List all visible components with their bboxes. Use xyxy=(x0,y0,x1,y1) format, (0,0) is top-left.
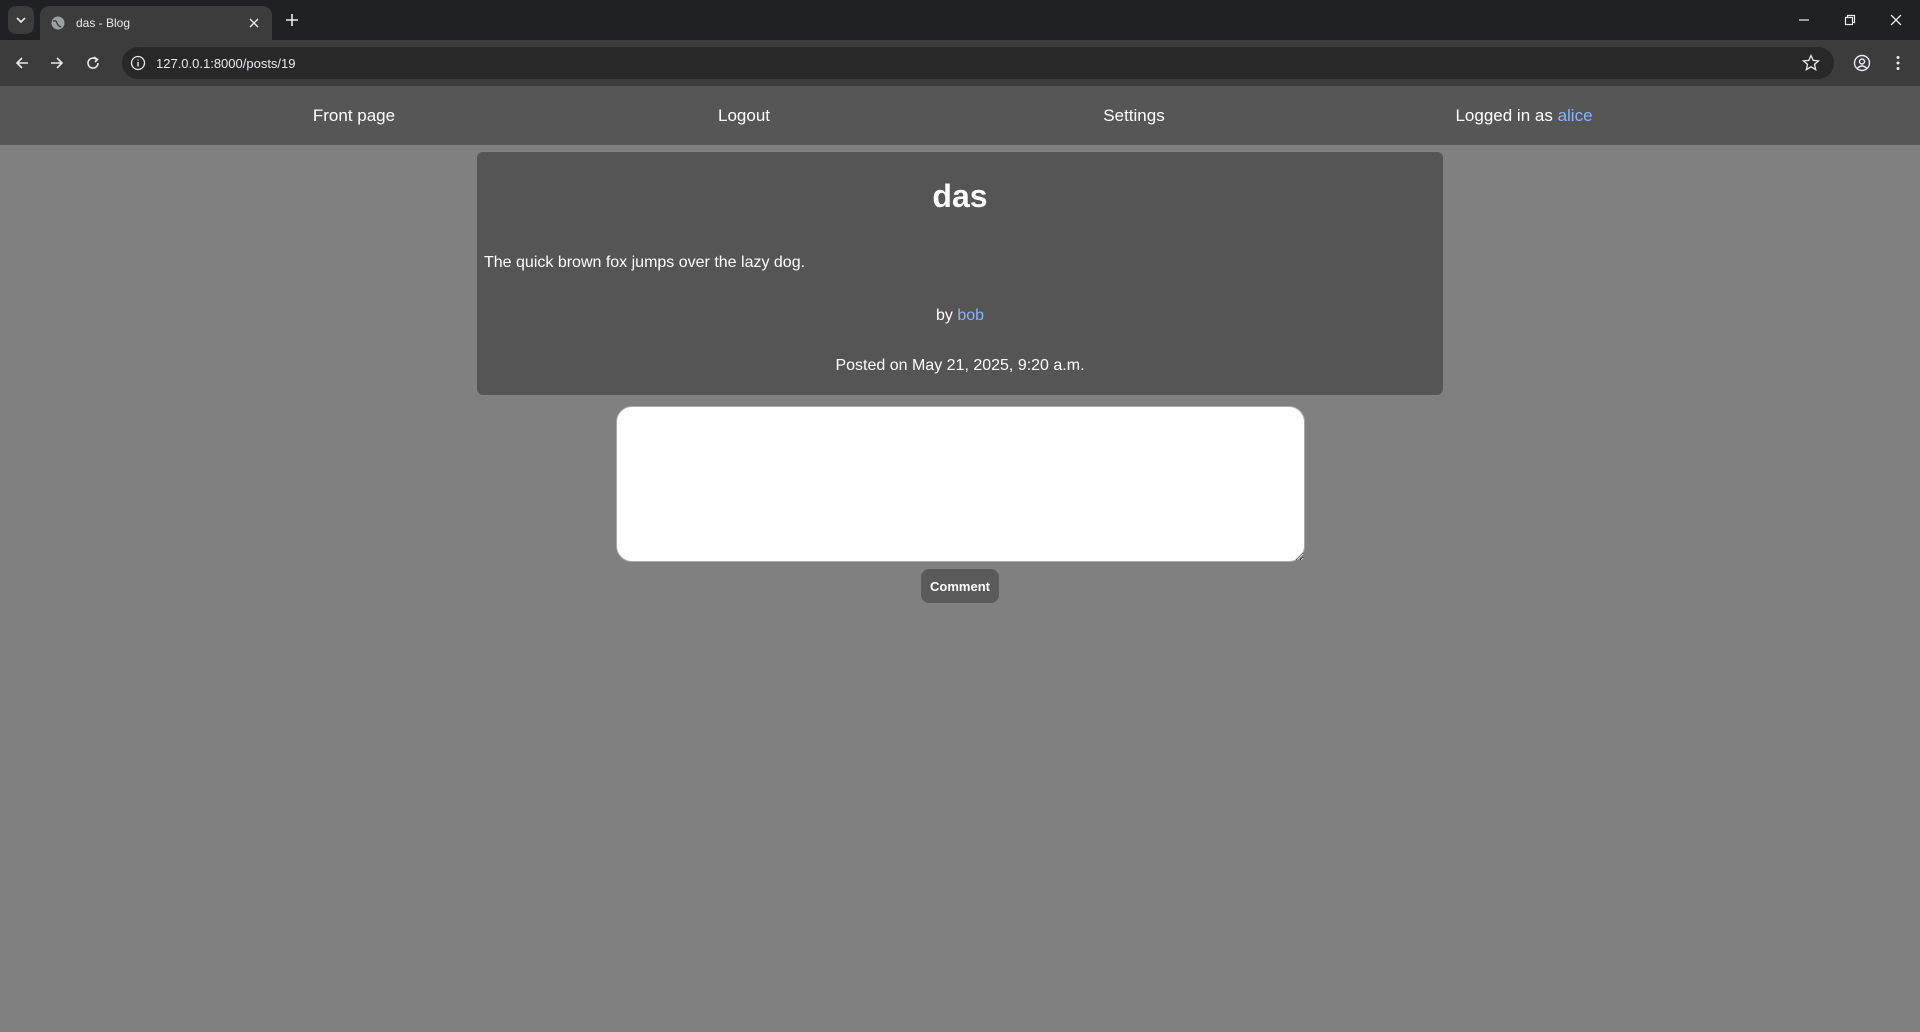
browser-tab[interactable]: das - Blog xyxy=(40,6,272,40)
tab-title: das - Blog xyxy=(76,16,131,30)
minimize-button[interactable] xyxy=(1792,8,1816,32)
forward-button[interactable] xyxy=(45,51,69,75)
restore-button[interactable] xyxy=(1838,8,1862,32)
browser-menu-button[interactable] xyxy=(1886,51,1910,75)
reload-button[interactable] xyxy=(81,51,105,75)
back-button[interactable] xyxy=(10,51,34,75)
globe-icon xyxy=(51,16,65,30)
byline-prefix: by xyxy=(935,307,958,324)
browser-toolbar: 127.0.0.1:8000/posts/19 xyxy=(0,40,1920,86)
comment-textarea[interactable] xyxy=(616,406,1305,562)
nav-item-front-page: Front page xyxy=(159,106,549,126)
nav-item-settings: Settings xyxy=(939,106,1329,126)
minimize-icon xyxy=(1799,19,1809,21)
post-card: das The quick brown fox jumps over the l… xyxy=(477,152,1443,395)
post-title: das xyxy=(932,178,988,214)
author-link[interactable]: bob xyxy=(957,307,984,324)
url-text[interactable]: 127.0.0.1:8000/posts/19 xyxy=(156,56,1802,71)
tab-search-button[interactable] xyxy=(8,6,34,34)
new-tab-button[interactable] xyxy=(282,10,302,30)
close-window-button[interactable] xyxy=(1884,8,1908,32)
site-nav: Front page Logout Settings Logged in as … xyxy=(0,86,1920,145)
plus-icon xyxy=(286,14,298,26)
reload-icon xyxy=(87,56,99,69)
logout-link[interactable]: Logout xyxy=(718,106,770,125)
comment-button[interactable]: Comment xyxy=(921,569,999,603)
profile-icon xyxy=(1853,54,1871,72)
arrow-left-icon xyxy=(15,57,28,69)
restore-icon xyxy=(1844,14,1856,26)
profile-button[interactable] xyxy=(1850,51,1874,75)
chevron-down-icon xyxy=(16,17,26,24)
browser-tab-strip: das - Blog xyxy=(0,0,1920,40)
logged-in-label: Logged in as xyxy=(1455,105,1558,125)
kebab-menu-icon xyxy=(1896,56,1900,70)
bookmark-star-icon[interactable] xyxy=(1802,54,1820,72)
post-body: The quick brown fox jumps over the lazy … xyxy=(484,254,806,271)
close-icon xyxy=(1890,14,1902,26)
username-link[interactable]: alice xyxy=(1558,106,1593,125)
tab-close-icon[interactable] xyxy=(246,15,262,31)
nav-item-logout: Logout xyxy=(549,106,939,126)
address-bar[interactable]: 127.0.0.1:8000/posts/19 xyxy=(122,47,1834,79)
post-byline: by bob xyxy=(477,307,1443,325)
post-date: Posted on May 21, 2025, 9:20 a.m. xyxy=(835,357,1085,374)
settings-link[interactable]: Settings xyxy=(1103,106,1164,125)
front-page-link[interactable]: Front page xyxy=(313,106,395,125)
info-icon[interactable] xyxy=(130,55,146,71)
logged-in-status: Logged in as alice xyxy=(1329,106,1719,126)
arrow-right-icon xyxy=(51,57,64,69)
